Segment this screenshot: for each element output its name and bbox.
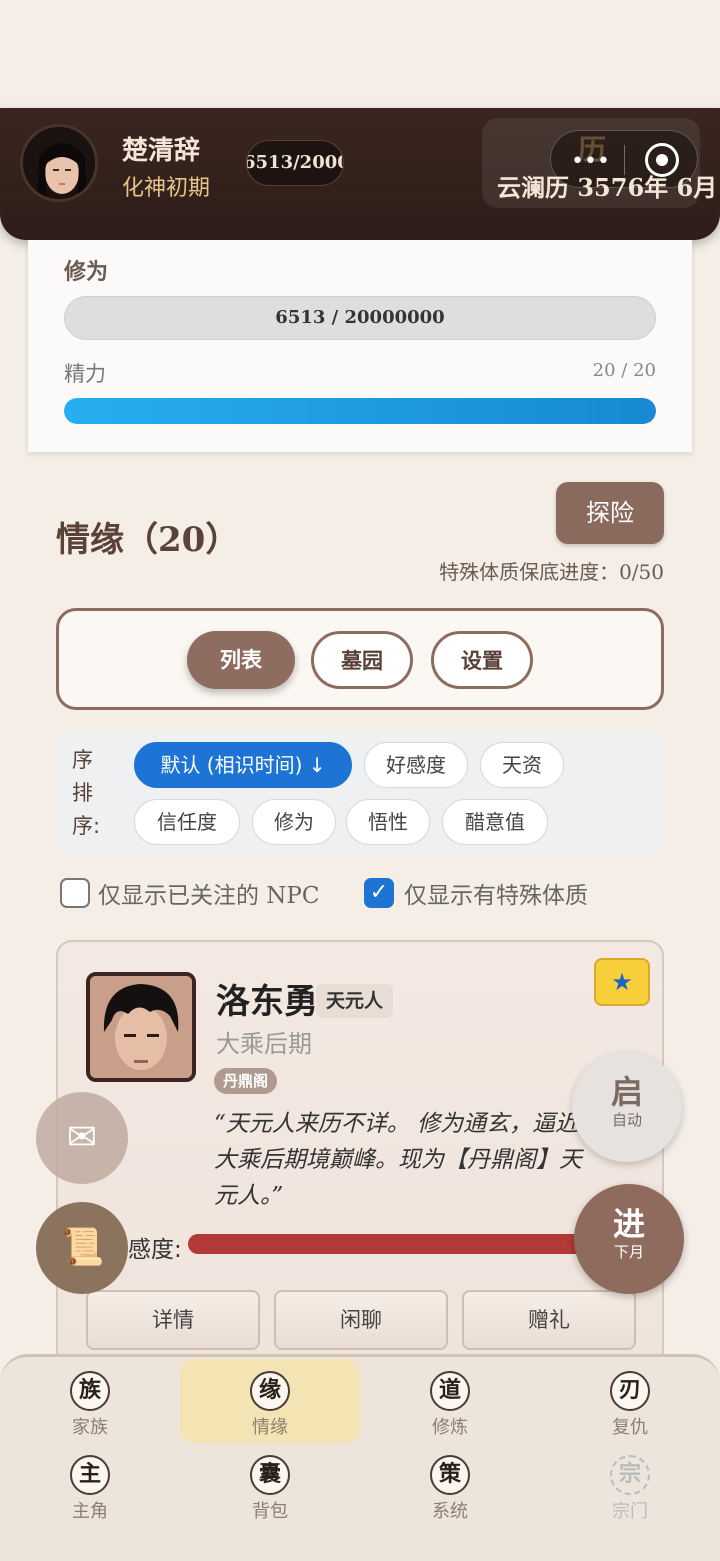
energy-bar-fill xyxy=(64,398,656,424)
nav-item-revenge[interactable]: 刃 复仇 xyxy=(540,1371,720,1439)
npc-gift-button[interactable]: 赠礼 xyxy=(462,1290,636,1350)
sort-chip-favor[interactable]: 好感度 xyxy=(364,742,468,788)
follow-star-icon[interactable]: ★ xyxy=(594,958,650,1006)
energy-value: 20 / 20 xyxy=(592,360,656,381)
filter-follow-checkbox[interactable] xyxy=(60,878,90,908)
npc-origin-tag: 天元人 xyxy=(316,984,394,1018)
explore-button[interactable]: 探险 xyxy=(556,482,664,544)
filter-follow-label[interactable]: 仅显示已关注的 NPC xyxy=(98,876,320,910)
nav-item-cultivate[interactable]: 道 修炼 xyxy=(360,1371,540,1439)
nav-label-system: 系统 xyxy=(432,1501,468,1522)
sort-chip-jealousy[interactable]: 醋意值 xyxy=(442,799,548,845)
nav-label-revenge: 复仇 xyxy=(612,1417,648,1438)
next-month-label: 下月 xyxy=(613,1243,644,1261)
npc-details-button[interactable]: 详情 xyxy=(86,1290,260,1350)
bottom-nav: 族 家族 缘 情缘 道 修炼 刃 复仇 主 主角 囊 背包 策 系统 宗 宗门 xyxy=(0,1354,720,1561)
nav-label-affinity: 情缘 xyxy=(252,1417,288,1438)
tab-bar: 列表 墓园 设置 xyxy=(56,608,664,710)
tab-list[interactable]: 列表 xyxy=(187,631,295,689)
next-month-glyph: 进 xyxy=(612,1205,645,1243)
npc-name: 洛东勇 xyxy=(216,982,318,1022)
family-icon: 族 xyxy=(70,1371,110,1411)
npc-sect-badge: 丹鼎阁 xyxy=(214,1068,278,1094)
nav-item-affinity[interactable]: 缘 情缘 xyxy=(180,1371,360,1439)
npc-description: “天元人来历不详。 修为通玄，逼近大乘后期境巅峰。现为【丹鼎阁】天元人。” xyxy=(214,1111,582,1209)
nav-item-bag[interactable]: 囊 背包 xyxy=(180,1455,360,1523)
system-icon: 策 xyxy=(430,1455,470,1495)
scroll-icon[interactable]: 📜 xyxy=(36,1202,128,1294)
energy-label: 精力 xyxy=(64,362,106,386)
bag-icon: 囊 xyxy=(250,1455,290,1495)
filter-special-label[interactable]: 仅显示有特殊体质 xyxy=(404,876,588,910)
tab-settings[interactable]: 设置 xyxy=(431,631,533,689)
npc-avatar[interactable] xyxy=(86,972,196,1082)
player-name: 楚清辞 xyxy=(122,136,201,166)
favor-label: 感度: xyxy=(128,1237,182,1263)
auto-button[interactable]: 启 自动 xyxy=(572,1052,682,1162)
player-avatar[interactable] xyxy=(20,124,98,202)
nav-label-bag: 背包 xyxy=(252,1501,288,1522)
xp-pill: 6513/20000000 xyxy=(246,140,344,186)
sort-chip-cultivation[interactable]: 修为 xyxy=(252,799,336,845)
nav-label-cultivate: 修炼 xyxy=(432,1417,468,1438)
npc-chat-button[interactable]: 闲聊 xyxy=(274,1290,448,1350)
nav-item-family[interactable]: 族 家族 xyxy=(0,1371,180,1439)
sort-chip-default[interactable]: 默认 (相识时间) ↓ xyxy=(134,742,352,788)
nav-item-sect[interactable]: 宗 宗门 xyxy=(540,1455,720,1523)
calendar-date: 云澜历 3576年 6月 xyxy=(497,173,718,202)
special-progress-text: 特殊体质保底进度：0/50 xyxy=(439,560,664,584)
auto-button-label: 自动 xyxy=(611,1111,642,1129)
next-month-button[interactable]: 进 下月 xyxy=(574,1184,684,1294)
nav-item-protagonist[interactable]: 主 主角 xyxy=(0,1455,180,1523)
cultivation-label: 修为 xyxy=(64,260,109,285)
energy-bar xyxy=(64,398,656,424)
sort-label: 序排序: xyxy=(72,748,101,838)
cultivate-icon: 道 xyxy=(430,1371,470,1411)
revenge-icon: 刃 xyxy=(610,1371,650,1411)
sort-chip-insight[interactable]: 悟性 xyxy=(346,799,430,845)
sort-panel: 序排序: 默认 (相识时间) ↓ 好感度 天资 信任度 修为 悟性 醋意值 xyxy=(56,732,664,854)
nav-label-protagonist: 主角 xyxy=(72,1501,108,1522)
cultivation-bar: 6513 / 20000000 xyxy=(64,296,656,340)
nav-label-sect: 宗门 xyxy=(612,1501,648,1522)
sort-chip-talent[interactable]: 天资 xyxy=(480,742,564,788)
cultivation-card: 修为 6513 / 20000000 精力 20 / 20 xyxy=(28,240,692,452)
protagonist-icon: 主 xyxy=(70,1455,110,1495)
nav-label-family: 家族 xyxy=(72,1417,108,1438)
section-title: 情缘（20） xyxy=(56,520,240,560)
npc-realm: 大乘后期 xyxy=(216,1030,312,1058)
nav-item-system[interactable]: 策 系统 xyxy=(360,1455,540,1523)
tab-cemetery[interactable]: 墓园 xyxy=(311,631,413,689)
filter-special-checkbox[interactable]: ✓ xyxy=(364,878,394,908)
sort-chip-trust[interactable]: 信任度 xyxy=(134,799,240,845)
player-realm: 化神初期 xyxy=(122,176,211,201)
auto-button-glyph: 启 xyxy=(610,1073,643,1111)
favor-bar xyxy=(188,1234,588,1254)
affinity-icon: 缘 xyxy=(250,1371,290,1411)
mail-icon[interactable]: ✉ xyxy=(36,1092,128,1184)
sect-icon: 宗 xyxy=(610,1455,650,1495)
npc-card: 洛东勇 天元人 大乘后期 丹鼎阁 ★ “天元人来历不详。 修为通玄，逼近大乘后期… xyxy=(56,940,664,1380)
